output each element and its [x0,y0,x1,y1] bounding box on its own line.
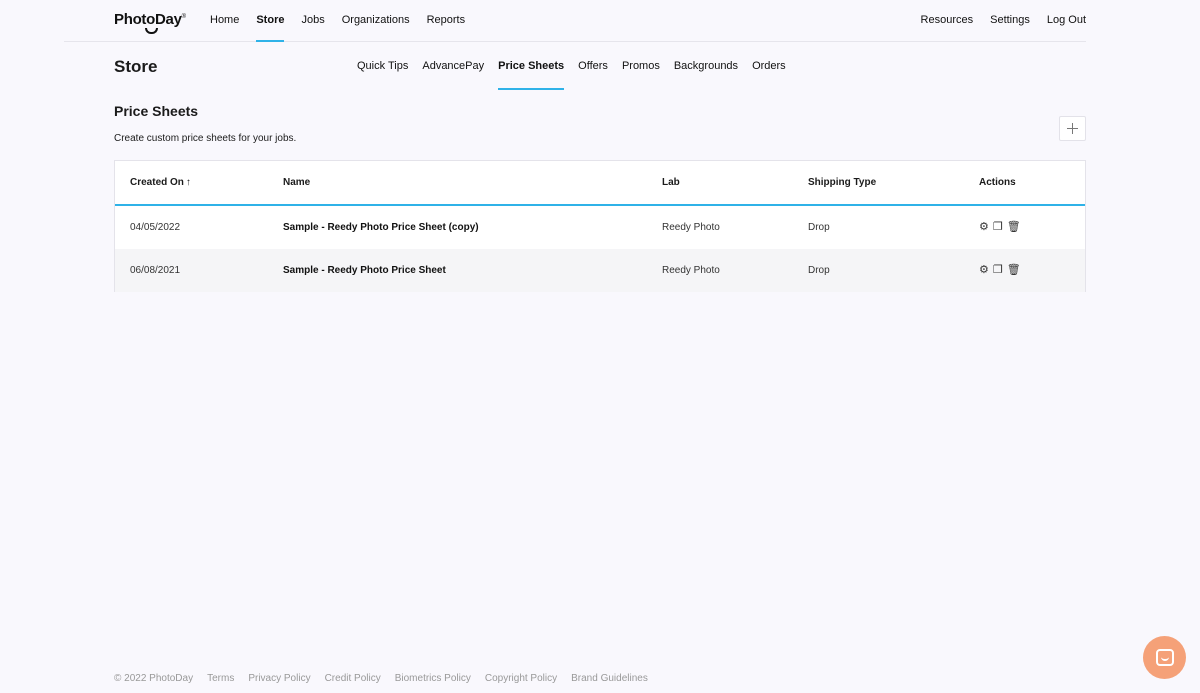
footer-link-terms[interactable]: Terms [207,673,234,684]
nav-reports[interactable]: Reports [427,0,466,42]
chat-launcher-button[interactable] [1143,636,1186,679]
footer: © 2022 PhotoDay Terms Privacy Policy Cre… [114,673,662,684]
sort-arrow-icon[interactable]: ↑ [186,177,191,188]
chat-icon [1155,649,1174,666]
footer-link-credit-policy[interactable]: Credit Policy [325,673,381,684]
nav-store[interactable]: Store [256,0,285,42]
nav-jobs[interactable]: Jobs [301,0,324,42]
trash-icon[interactable]: 🗑 [1007,222,1021,233]
top-nav: PhotoDay® Home Store Jobs Organizations … [64,0,1086,42]
cell-created-on: 04/05/2022 [130,222,181,233]
tab-advancepay[interactable]: AdvancePay [422,44,484,90]
section-title: Price Sheets [114,103,199,119]
main-nav: Home Store Jobs Organizations Reports [210,0,482,42]
logo-mark: ® [181,14,186,20]
nav-log-out[interactable]: Log Out [1047,0,1086,42]
nav-organizations[interactable]: Organizations [342,0,410,42]
tab-price-sheets[interactable]: Price Sheets [498,44,565,90]
nav-settings[interactable]: Settings [990,0,1030,42]
copy-icon[interactable]: ❐ [993,222,1003,233]
tab-promos[interactable]: Promos [622,44,660,90]
cell-shipping: Drop [808,265,830,276]
gear-icon[interactable]: ⚙ [979,222,989,233]
row-actions: ⚙ ❐ 🗑 [979,249,1021,292]
header-name[interactable]: Name [283,161,310,204]
cell-shipping: Drop [808,222,830,233]
footer-link-brand-guidelines[interactable]: Brand Guidelines [571,673,648,684]
footer-link-copyright-policy[interactable]: Copyright Policy [485,673,557,684]
store-subnav: Quick Tips AdvancePay Price Sheets Offer… [357,44,800,90]
section-description: Create custom price sheets for your jobs… [114,133,297,144]
nav-resources[interactable]: Resources [921,0,974,42]
header-created-on[interactable]: Created On ↑ [130,161,191,204]
row-actions: ⚙ ❐ 🗑 [979,206,1021,249]
header-actions: Actions [979,177,1016,188]
cell-name[interactable]: Sample - Reedy Photo Price Sheet [283,249,446,292]
account-nav: Resources Settings Log Out [921,0,1086,42]
cell-lab: Reedy Photo [662,222,720,233]
photoday-logo[interactable]: PhotoDay® [114,11,186,34]
trash-icon[interactable]: 🗑 [1007,265,1021,276]
tab-orders[interactable]: Orders [752,44,786,90]
price-sheets-table: Created On ↑ Name Lab Shipping Type Actio… [114,160,1086,292]
add-price-sheet-button[interactable] [1059,116,1086,141]
table-row[interactable]: 06/08/2021 Sample - Reedy Photo Price Sh… [115,249,1085,292]
page-title: Store [114,57,158,76]
cell-name[interactable]: Sample - Reedy Photo Price Sheet (copy) [283,206,479,249]
nav-home[interactable]: Home [210,0,239,42]
footer-copyright: © 2022 PhotoDay [114,673,194,684]
tab-backgrounds[interactable]: Backgrounds [674,44,738,90]
tab-offers[interactable]: Offers [578,44,608,90]
table-header: Created On ↑ Name Lab Shipping Type Actio… [115,161,1085,206]
header-lab[interactable]: Lab [662,161,680,204]
header-created-on-label: Created On [130,177,184,188]
plus-icon [1067,123,1078,134]
header-shipping-type[interactable]: Shipping Type [808,161,876,204]
copy-icon[interactable]: ❐ [993,265,1003,276]
gear-icon[interactable]: ⚙ [979,265,989,276]
table-row[interactable]: 04/05/2022 Sample - Reedy Photo Price Sh… [115,206,1085,249]
cell-lab: Reedy Photo [662,265,720,276]
logo-text: PhotoDay [114,11,182,28]
tab-quick-tips[interactable]: Quick Tips [357,44,408,90]
footer-link-privacy-policy[interactable]: Privacy Policy [248,673,310,684]
footer-link-biometrics-policy[interactable]: Biometrics Policy [395,673,471,684]
logo-smile-icon [145,28,158,34]
cell-created-on: 06/08/2021 [130,265,181,276]
